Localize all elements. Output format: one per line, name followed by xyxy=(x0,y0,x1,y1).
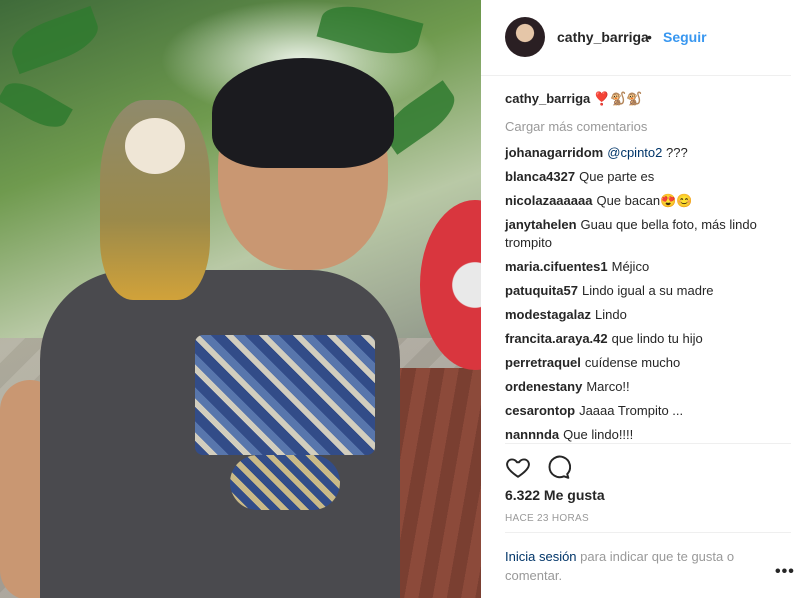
comment-text: cuídense mucho xyxy=(584,355,681,370)
heart-outline-icon[interactable] xyxy=(505,454,531,480)
header-username[interactable]: cathy_barriga xyxy=(557,29,649,45)
comment-text: ??? xyxy=(662,145,688,160)
comment-text: Jaaaa Trompito ... xyxy=(579,403,684,418)
comment-bubble-icon[interactable] xyxy=(545,454,572,480)
post-photo xyxy=(0,0,481,598)
comment-username[interactable]: francita.araya.42 xyxy=(505,331,608,346)
comment-username[interactable]: patuquita57 xyxy=(505,283,578,298)
comment-text: Que bacan😍😊 xyxy=(596,193,693,208)
comment-item: patuquita57 Lindo igual a su madre xyxy=(505,282,785,300)
load-more-comments-button[interactable]: Cargar más comentarios xyxy=(505,118,785,136)
divider xyxy=(505,443,791,444)
login-link[interactable]: Inicia sesión xyxy=(505,549,577,564)
comment-username[interactable]: nannnda xyxy=(505,427,559,442)
post-side-panel: cathy_barriga • Seguir cathy_barriga ❣️🐒… xyxy=(481,0,798,598)
comment-item: ordenestany Marco!! xyxy=(505,378,785,396)
post-timestamp[interactable]: HACE 23 HORAS xyxy=(505,513,589,524)
photo-monkey-face xyxy=(125,118,185,174)
follow-button[interactable]: Seguir xyxy=(663,29,707,45)
comment-mention[interactable]: @cpinto2 xyxy=(607,145,662,160)
comment-item: francita.araya.42 que lindo tu hijo xyxy=(505,330,785,348)
comment-text: Marco!! xyxy=(586,379,630,394)
comment-item: nannnda Que lindo!!!! xyxy=(505,426,785,444)
photo-leaf xyxy=(5,5,105,75)
comments-list: cathy_barriga ❣️🐒🐒 Cargar más comentario… xyxy=(505,90,785,450)
comment-username[interactable]: cesarontop xyxy=(505,403,575,418)
post-caption: cathy_barriga ❣️🐒🐒 xyxy=(505,90,785,108)
post-header: cathy_barriga • Seguir xyxy=(481,0,791,76)
avatar[interactable] xyxy=(505,17,545,57)
photo-leaf xyxy=(0,74,73,136)
divider xyxy=(505,532,791,533)
photo-shirt-print-lower xyxy=(230,455,340,510)
comment-item: janytahelen Guau que bella foto, más lind… xyxy=(505,216,785,252)
login-prompt: Inicia sesión para indicar que te gusta … xyxy=(505,547,765,585)
comment-item: cesarontop Jaaaa Trompito ... xyxy=(505,402,785,420)
comment-username[interactable]: blanca4327 xyxy=(505,169,575,184)
likes-count[interactable]: 6.322 Me gusta xyxy=(505,487,605,503)
comment-username[interactable]: maria.cifuentes1 xyxy=(505,259,608,274)
comment-username[interactable]: nicolazaaaaaa xyxy=(505,193,592,208)
comment-item: blanca4327 Que parte es xyxy=(505,168,785,186)
comment-text: Lindo igual a su madre xyxy=(581,283,714,298)
photo-shirt-print xyxy=(195,335,375,455)
caption-username[interactable]: cathy_barriga xyxy=(505,91,590,106)
more-options-icon[interactable]: ••• xyxy=(775,563,795,581)
comment-username[interactable]: perretraquel xyxy=(505,355,581,370)
comment-text: Que lindo!!!! xyxy=(563,427,634,442)
comment-item: modestagalaz Lindo xyxy=(505,306,785,324)
comment-text: que lindo tu hijo xyxy=(611,331,703,346)
comment-username[interactable]: modestagalaz xyxy=(505,307,591,322)
comment-item: maria.cifuentes1 Méjico xyxy=(505,258,785,276)
caption-text: ❣️🐒🐒 xyxy=(593,91,643,106)
comment-text: Lindo xyxy=(594,307,627,322)
photo-boy-hair xyxy=(212,58,394,168)
comment-text: Méjico xyxy=(611,259,650,274)
comment-item: nicolazaaaaaa Que bacan😍😊 xyxy=(505,192,785,210)
comment-username[interactable]: johanagarridom xyxy=(505,145,603,160)
comment-username[interactable]: ordenestany xyxy=(505,379,582,394)
comment-item: johanagarridom @cpinto2 ??? xyxy=(505,144,785,162)
comment-username[interactable]: janytahelen xyxy=(505,217,577,232)
comment-item: perretraquel cuídense mucho xyxy=(505,354,785,372)
header-separator-dot: • xyxy=(647,29,652,45)
comment-text: Que parte es xyxy=(579,169,655,184)
